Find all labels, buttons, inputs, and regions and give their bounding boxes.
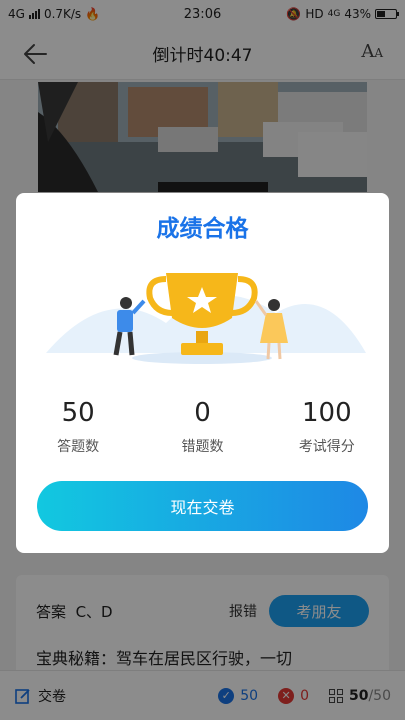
stat-answered: 50 答题数 xyxy=(57,398,100,455)
trophy-illustration xyxy=(46,273,366,364)
submit-now-button[interactable]: 现在交卷 xyxy=(37,481,368,531)
result-title: 成绩合格 xyxy=(156,216,249,242)
stat-score: 100 考试得分 xyxy=(298,398,355,455)
result-modal: 成绩合格 50 答题数 0 错题数 100 考试得分 现在交卷 xyxy=(16,193,389,553)
stat-wrong: 0 错题数 xyxy=(181,398,224,455)
result-stats: 50 答题数 0 错题数 100 考试得分 xyxy=(16,398,389,456)
